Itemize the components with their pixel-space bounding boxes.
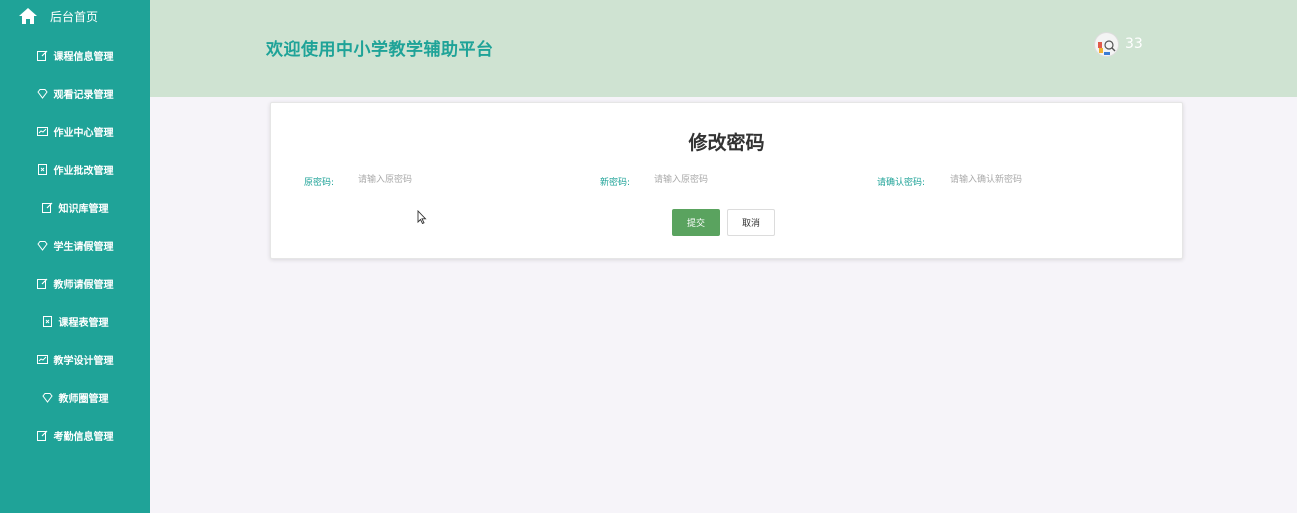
edit-icon [36,278,48,289]
sidebar-item-label: 后台首页 [50,9,99,24]
sidebar-item-label: 课程表管理 [58,317,109,329]
diamond-icon [36,240,48,251]
doc-icon [42,315,53,327]
chart-icon [36,126,48,137]
new-password-input[interactable] [654,173,854,187]
sidebar-item-label: 课程信息管理 [53,51,114,63]
sidebar-item-label: 学生请假管理 [53,241,114,253]
sidebar-item-label: 作业中心管理 [53,127,114,139]
confirm-password-label: 请确认密码: [877,178,926,188]
old-password-input[interactable] [358,173,558,187]
sidebar-item-label: 教师圈管理 [58,393,109,405]
sidebar-item-label: 知识库管理 [58,203,109,215]
mouse-cursor-icon [417,210,427,224]
change-password-card: 修改密码 原密码: 新密码: 请确认密码: 提交 取消 [270,102,1183,259]
diamond-icon [41,392,53,403]
sidebar-item-course-info[interactable]: 课程信息管理 [0,36,150,74]
sidebar: 后台首页 课程信息管理 观看记录管理 作业中心管理 作业批改管理 知识库管理 学… [0,0,150,513]
sidebar-item-teacher-circle[interactable]: 教师圈管理 [0,378,150,416]
doc-icon [37,163,48,175]
home-icon [18,6,38,26]
sidebar-item-home[interactable]: 后台首页 [18,5,98,27]
edit-icon [36,430,48,441]
form-title: 修改密码 [688,132,765,154]
submit-button[interactable]: 提交 [672,209,720,236]
edit-icon [36,50,48,61]
sidebar-item-label: 教学设计管理 [53,355,114,367]
sidebar-item-label: 教师请假管理 [53,279,114,291]
sidebar-item-homework-grading[interactable]: 作业批改管理 [0,150,150,188]
sidebar-item-knowledge-base[interactable]: 知识库管理 [0,188,150,226]
header: 欢迎使用中小学教学辅助平台 33 [150,0,1297,97]
new-password-label: 新密码: [600,178,631,188]
sidebar-item-attendance[interactable]: 考勤信息管理 [0,416,150,454]
sidebar-item-homework-center[interactable]: 作业中心管理 [0,112,150,150]
page-title: 欢迎使用中小学教学辅助平台 [266,40,494,60]
sidebar-item-teaching-design[interactable]: 教学设计管理 [0,340,150,378]
sidebar-item-teacher-leave[interactable]: 教师请假管理 [0,264,150,302]
username[interactable]: 33 [1125,36,1143,52]
sidebar-item-timetable[interactable]: 课程表管理 [0,302,150,340]
sidebar-item-label: 观看记录管理 [53,89,114,101]
sidebar-item-label: 考勤信息管理 [53,431,114,443]
chart-icon [36,354,48,365]
edit-icon [41,202,53,213]
sidebar-item-label: 作业批改管理 [53,165,114,177]
avatar[interactable] [1094,32,1119,57]
sidebar-item-student-leave[interactable]: 学生请假管理 [0,226,150,264]
confirm-password-input[interactable] [950,173,1150,187]
sidebar-item-watch-records[interactable]: 观看记录管理 [0,74,150,112]
diamond-icon [36,88,48,99]
old-password-label: 原密码: [304,178,335,188]
cancel-button[interactable]: 取消 [727,209,775,236]
